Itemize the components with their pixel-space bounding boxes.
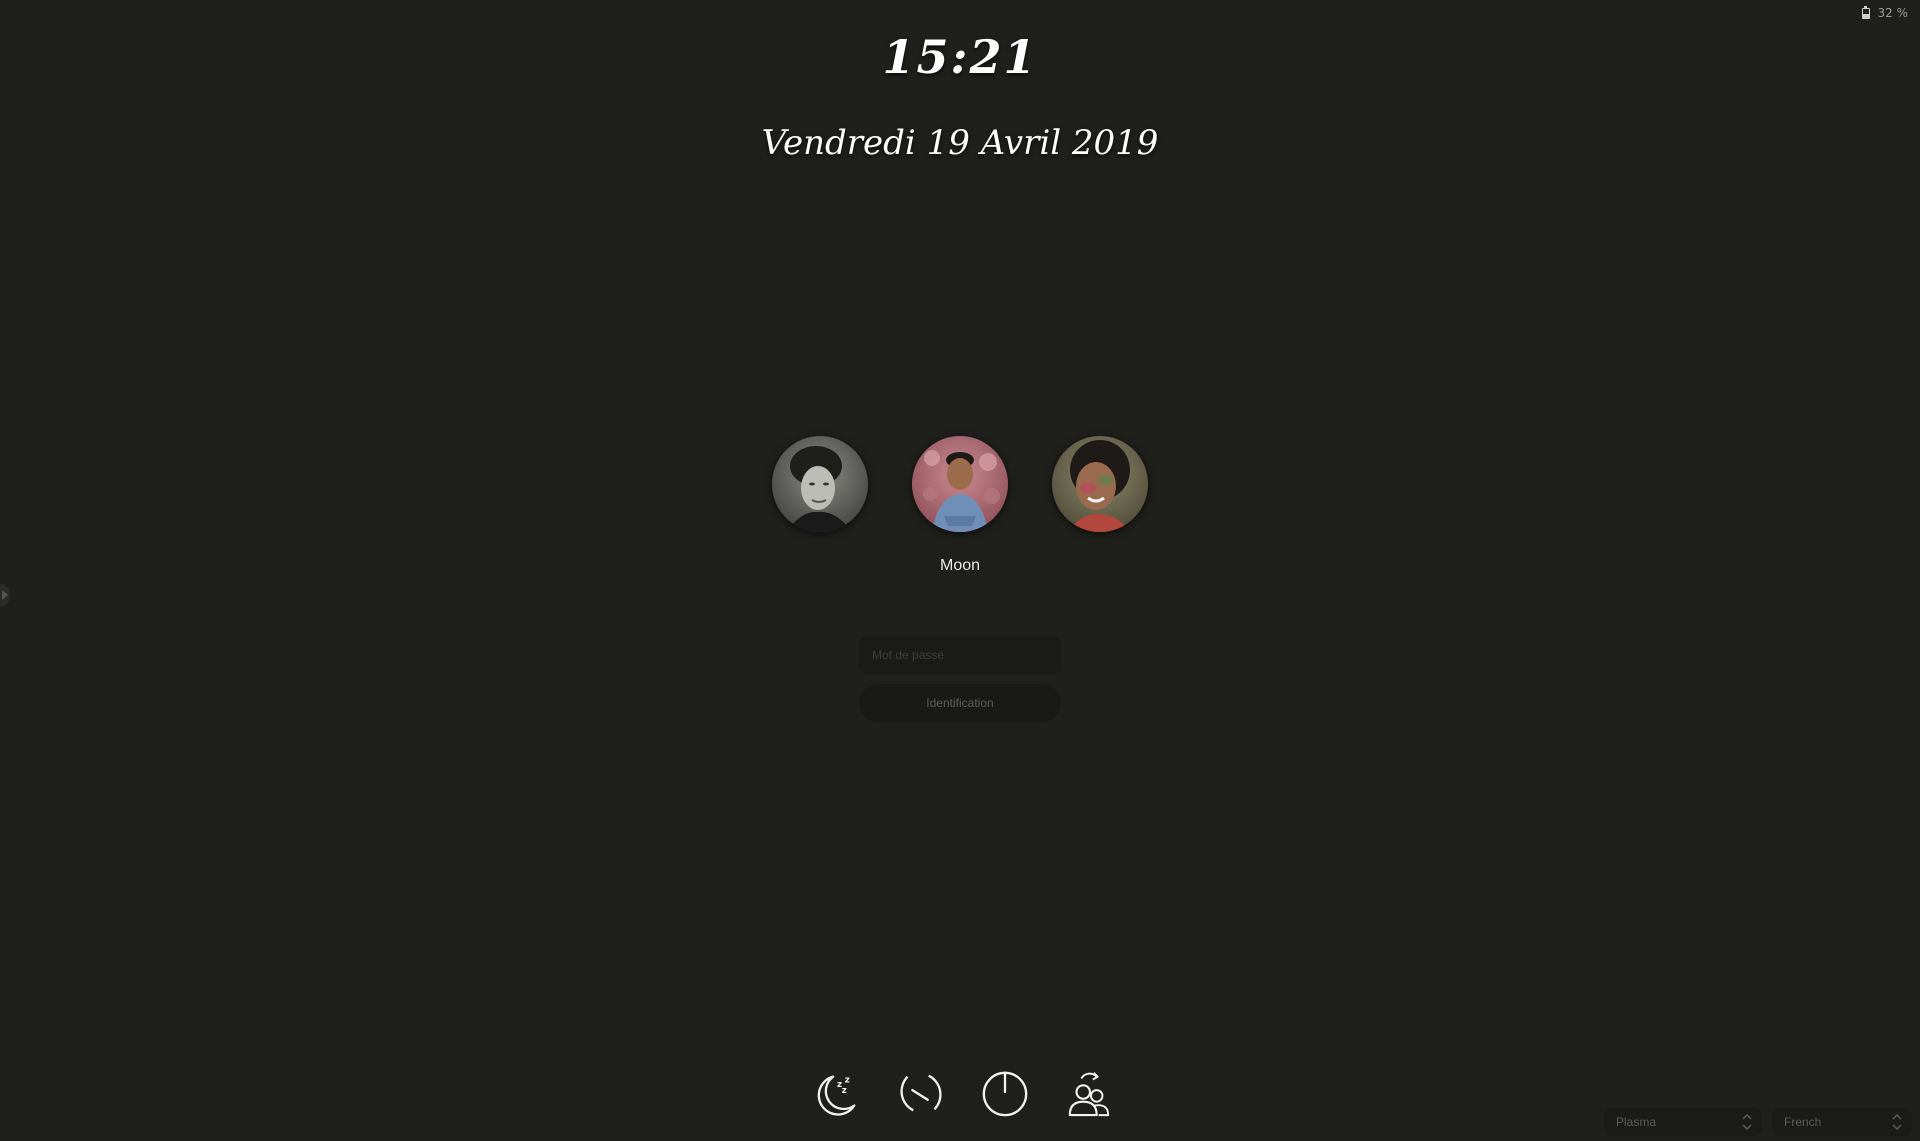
reboot-icon bbox=[900, 1074, 942, 1112]
battery-status: 32 % bbox=[1861, 5, 1909, 20]
user-list bbox=[0, 436, 1920, 532]
shutdown-button[interactable] bbox=[980, 1066, 1030, 1120]
chevron-up-down-icon bbox=[1892, 1112, 1902, 1132]
power-icon bbox=[982, 1071, 1028, 1117]
user-photo-icon bbox=[912, 436, 1008, 532]
language-selector-value: French bbox=[1784, 1115, 1822, 1129]
sleep-moon-icon: z z z bbox=[817, 1075, 856, 1116]
svg-text:z: z bbox=[845, 1075, 850, 1085]
session-selector-value: Plasma bbox=[1616, 1115, 1657, 1129]
language-selector[interactable]: French bbox=[1772, 1108, 1912, 1136]
reboot-button[interactable] bbox=[896, 1066, 946, 1120]
selected-user-name: Moon bbox=[939, 557, 981, 574]
svg-text:z: z bbox=[842, 1086, 847, 1096]
user-avatar-1[interactable] bbox=[772, 436, 868, 532]
battery-icon bbox=[1861, 5, 1870, 19]
login-button[interactable]: Identification bbox=[859, 684, 1061, 722]
switch-user-icon bbox=[1068, 1072, 1110, 1117]
chevron-up-down-icon bbox=[1742, 1112, 1752, 1132]
user-photo-icon bbox=[1052, 436, 1148, 532]
switch-user-button[interactable] bbox=[1064, 1066, 1114, 1120]
login-screen: 32 % 15:21 Vendredi 19 Avril 2019 Moon I… bbox=[0, 0, 1920, 1141]
user-avatar-3[interactable] bbox=[1052, 436, 1148, 532]
password-field[interactable] bbox=[859, 636, 1061, 674]
clock-time: 15:21 bbox=[882, 30, 1038, 84]
user-avatar-2[interactable] bbox=[912, 436, 1008, 532]
user-photo-icon bbox=[772, 436, 868, 532]
chevron-right-icon bbox=[2, 590, 8, 600]
battery-percent: 32 % bbox=[1877, 6, 1909, 20]
suspend-button[interactable]: z z z bbox=[812, 1066, 862, 1120]
clock-date: Vendredi 19 Avril 2019 bbox=[761, 123, 1159, 163]
session-selector[interactable]: Plasma bbox=[1604, 1108, 1762, 1136]
side-panel-toggle[interactable] bbox=[0, 584, 10, 606]
